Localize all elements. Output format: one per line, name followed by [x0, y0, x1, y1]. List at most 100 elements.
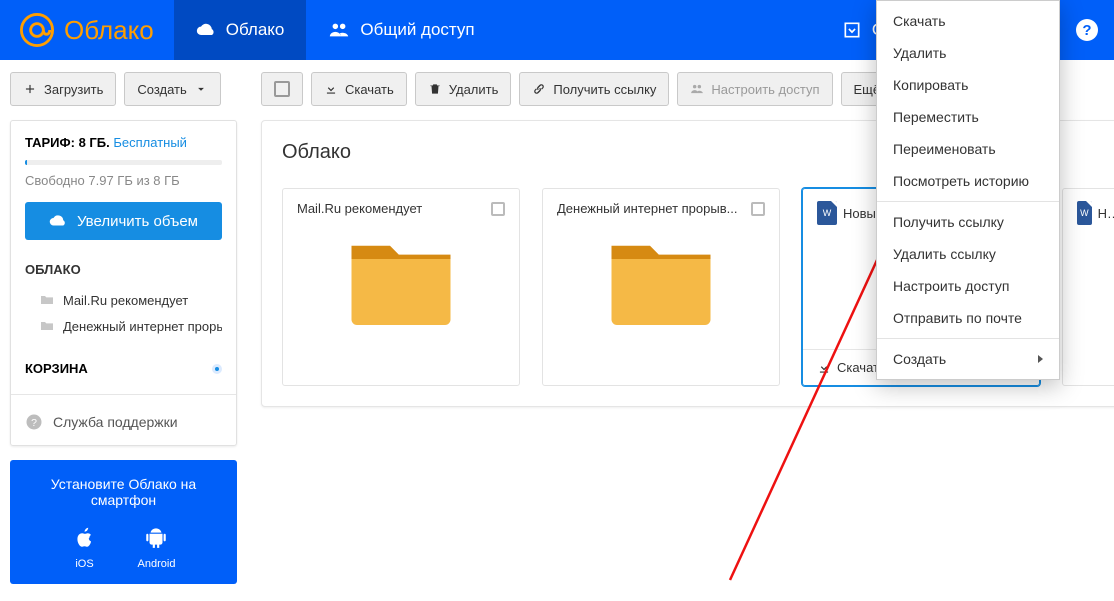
- item-checkbox[interactable]: [751, 202, 765, 216]
- support-label: Служба поддержки: [53, 414, 178, 430]
- cloud-icon: [49, 212, 67, 230]
- logo-text: Облако: [64, 15, 154, 46]
- ctx-label: Копировать: [893, 77, 968, 93]
- tariff-plan-link[interactable]: Бесплатный: [113, 135, 187, 150]
- ctx-access[interactable]: Настроить доступ: [877, 270, 1059, 302]
- sidebar-section-cloud: ОБЛАКО: [25, 262, 222, 277]
- nav-cloud[interactable]: Облако: [174, 0, 307, 60]
- item-folder[interactable]: Денежный интернет прорыв...: [542, 188, 780, 386]
- increase-label: Увеличить объем: [77, 213, 198, 230]
- mobile-promo: Установите Облако на смартфон iOS Androi…: [10, 460, 237, 584]
- ctx-remove-link[interactable]: Удалить ссылку: [877, 238, 1059, 270]
- cloud-icon: [196, 20, 216, 40]
- android-icon: [143, 524, 169, 550]
- context-menu: Скачать Удалить Копировать Переместить П…: [876, 0, 1060, 380]
- ctx-separator: [877, 201, 1059, 202]
- download-icon: [817, 361, 831, 375]
- ctx-label: Настроить доступ: [893, 278, 1009, 294]
- upload-button[interactable]: Загрузить: [10, 72, 116, 106]
- sidebar-item-label: Денежный интернет прорыв ...: [63, 319, 222, 334]
- ctx-copy[interactable]: Копировать: [877, 69, 1059, 101]
- toolbar-delete[interactable]: Удалить: [415, 72, 512, 106]
- ctx-label: Отправить по почте: [893, 310, 1022, 326]
- sidebar-item-money[interactable]: Денежный интернет прорыв ...: [25, 313, 222, 339]
- chevron-right-icon: [1038, 355, 1043, 363]
- people-icon: [690, 82, 704, 96]
- toolbar-delete-label: Удалить: [449, 82, 499, 97]
- item-doc[interactable]: W Новый: [1062, 188, 1114, 386]
- folder-icon: [39, 292, 55, 308]
- ctx-move[interactable]: Переместить: [877, 101, 1059, 133]
- ctx-label: Удалить ссылку: [893, 246, 996, 262]
- toolbar-download[interactable]: Скачать: [311, 72, 407, 106]
- ctx-label: Удалить: [893, 45, 946, 61]
- item-folder[interactable]: Mail.Ru рекомендует: [282, 188, 520, 386]
- item-name: Mail.Ru рекомендует: [297, 201, 422, 216]
- logo[interactable]: Облако: [0, 0, 174, 60]
- select-all-checkbox[interactable]: [261, 72, 303, 106]
- trash-icon: [428, 82, 442, 96]
- ctx-delete[interactable]: Удалить: [877, 37, 1059, 69]
- question-icon: ?: [25, 413, 43, 431]
- people-icon: [328, 19, 350, 41]
- sidebar-trash[interactable]: КОРЗИНА: [25, 361, 88, 376]
- word-icon: W: [817, 201, 837, 225]
- storage-free: Свободно 7.97 ГБ из 8 ГБ: [25, 173, 222, 188]
- tariff-size: 8 ГБ.: [79, 135, 110, 150]
- ctx-history[interactable]: Посмотреть историю: [877, 165, 1059, 197]
- nav-shared-label: Общий доступ: [360, 20, 474, 40]
- item-name: Новый: [1098, 206, 1114, 221]
- promo-android-label: Android: [138, 558, 176, 570]
- folder-icon: [606, 236, 716, 326]
- download-icon: [324, 82, 338, 96]
- item-checkbox[interactable]: [491, 202, 505, 216]
- folder-icon: [346, 236, 456, 326]
- toolbar-getlink-label: Получить ссылку: [553, 82, 656, 97]
- create-button[interactable]: Создать: [124, 72, 220, 106]
- word-icon: W: [1077, 201, 1092, 225]
- nav-shared[interactable]: Общий доступ: [306, 0, 496, 60]
- tariff-line: ТАРИФ: 8 ГБ. Бесплатный: [25, 135, 222, 150]
- ctx-create[interactable]: Создать: [877, 343, 1059, 375]
- svg-text:?: ?: [31, 417, 37, 429]
- toolbar-download-label: Скачать: [345, 82, 394, 97]
- promo-title: Установите Облако на смартфон: [20, 476, 227, 508]
- increase-storage-button[interactable]: Увеличить объем: [25, 202, 222, 240]
- link-icon: [532, 82, 546, 96]
- checkbox-icon: [274, 81, 290, 97]
- ctx-label: Посмотреть историю: [893, 173, 1029, 189]
- plus-icon: [23, 82, 37, 96]
- toolbar-getlink[interactable]: Получить ссылку: [519, 72, 669, 106]
- help-button[interactable]: ?: [1076, 19, 1098, 41]
- create-label: Создать: [137, 82, 186, 97]
- item-name: Денежный интернет прорыв...: [557, 201, 737, 216]
- sidebar: Загрузить Создать ТАРИФ: 8 ГБ. Бесплатны…: [0, 60, 247, 596]
- ctx-download[interactable]: Скачать: [877, 5, 1059, 37]
- ctx-label: Переместить: [893, 109, 979, 125]
- promo-ios-label: iOS: [75, 558, 93, 570]
- ctx-get-link[interactable]: Получить ссылку: [877, 206, 1059, 238]
- download-box-icon: [842, 20, 862, 40]
- tariff-card: ТАРИФ: 8 ГБ. Бесплатный Свободно 7.97 ГБ…: [10, 120, 237, 446]
- promo-ios[interactable]: iOS: [72, 524, 98, 570]
- ctx-mail[interactable]: Отправить по почте: [877, 302, 1059, 334]
- toolbar-access-label: Настроить доступ: [711, 82, 819, 97]
- nav-cloud-label: Облако: [226, 20, 285, 40]
- toolbar-access[interactable]: Настроить доступ: [677, 72, 832, 106]
- trash-indicator-icon: [212, 364, 222, 374]
- support-link[interactable]: ? Служба поддержки: [25, 413, 222, 431]
- mail-logo-icon: [20, 13, 54, 47]
- tariff-label: ТАРИФ:: [25, 135, 75, 150]
- ctx-label: Создать: [893, 351, 946, 367]
- storage-progress: [25, 160, 222, 165]
- sidebar-item-recommend[interactable]: Mail.Ru рекомендует: [25, 287, 222, 313]
- upload-label: Загрузить: [44, 82, 103, 97]
- sidebar-item-label: Mail.Ru рекомендует: [63, 293, 188, 308]
- ctx-label: Получить ссылку: [893, 214, 1004, 230]
- chevron-down-icon: [194, 82, 208, 96]
- promo-android[interactable]: Android: [138, 524, 176, 570]
- ctx-rename[interactable]: Переименовать: [877, 133, 1059, 165]
- ctx-label: Скачать: [893, 13, 946, 29]
- apple-icon: [72, 524, 98, 550]
- folder-icon: [39, 318, 55, 334]
